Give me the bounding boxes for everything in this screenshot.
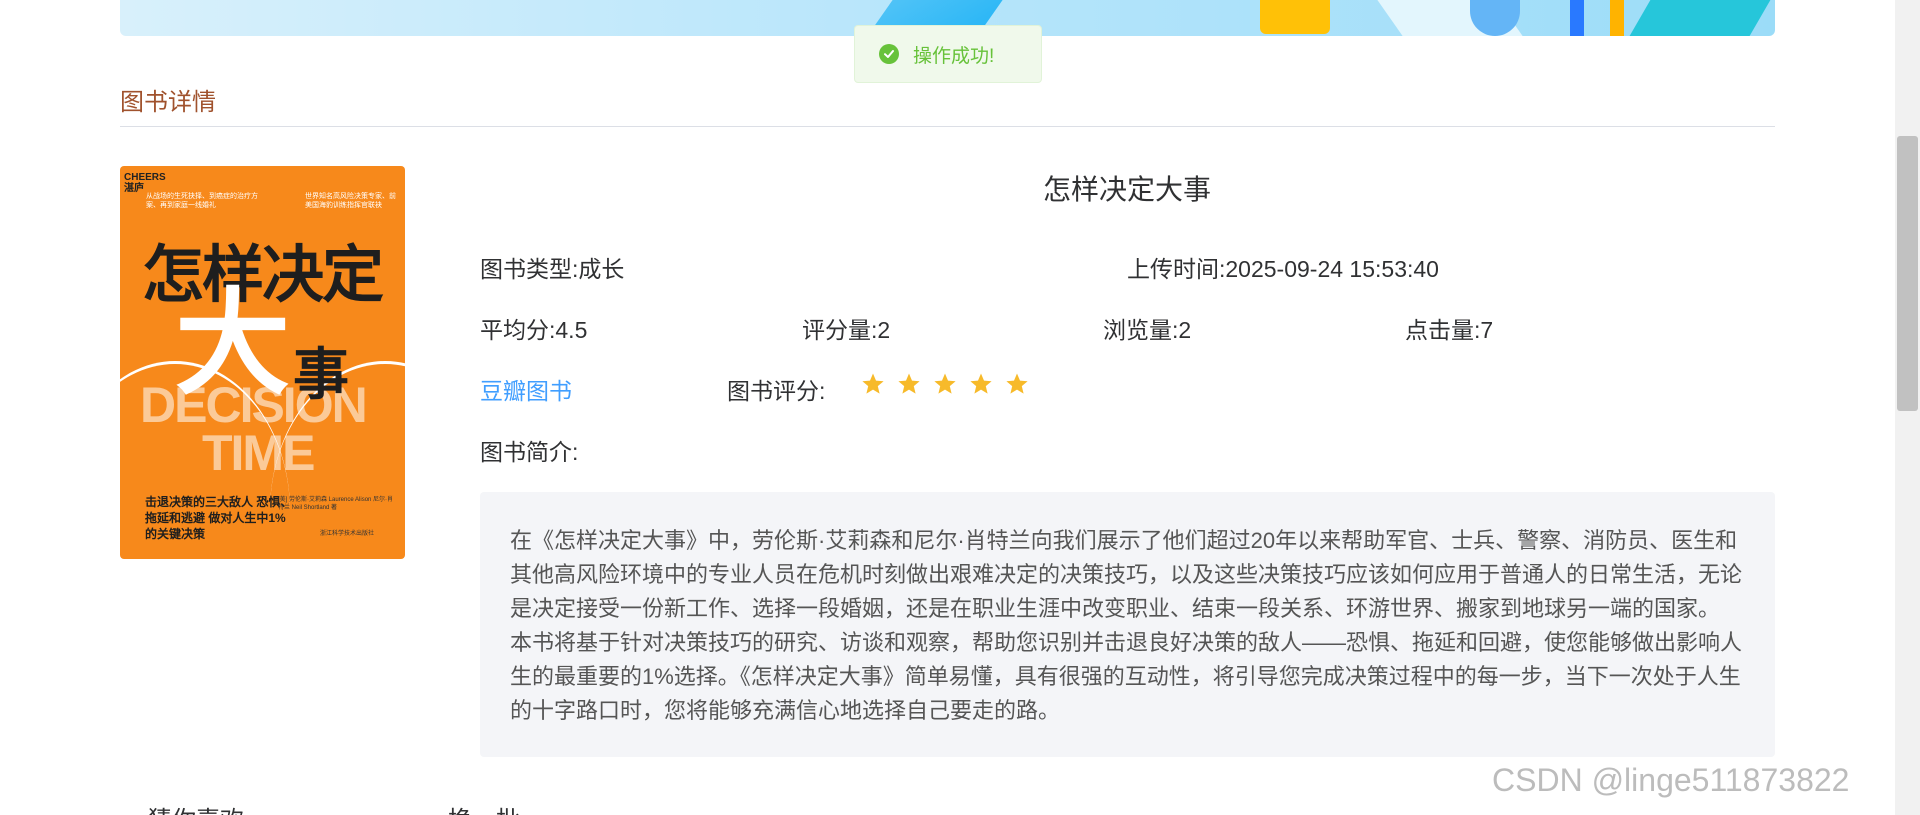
cover-tagline-left: 从战场的生死抉择、到癌症的治疗方案、再到家庭一线婚礼 <box>146 193 258 209</box>
book-type: 图书类型:成长 <box>480 250 624 284</box>
douban-book-link[interactable]: 豆瓣图书 <box>480 372 572 406</box>
view-count-value: 2 <box>1178 317 1192 343</box>
click-count: 点击量:7 <box>1405 311 1493 345</box>
cover-subtitle: 击退决策的三大敌人 恐惧、拖延和逃避 做对人生中1%的关键决策 <box>145 495 293 541</box>
check-circle-icon <box>879 44 899 64</box>
book-type-value: 成长 <box>578 256 625 282</box>
click-count-label: 点击量: <box>1405 317 1481 343</box>
view-count-label: 浏览量: <box>1103 317 1179 343</box>
book-description: 在《怎样决定大事》中，劳伦斯·艾莉森和尼尔·肖特兰向我们展示了他们超过20年以来… <box>510 528 1743 723</box>
star-icon[interactable] <box>933 372 957 396</box>
banner-decoration <box>1570 0 1584 36</box>
refresh-recommend-button[interactable]: 换一批 <box>448 800 520 815</box>
cover-brand: CHEERS 湛庐 <box>124 172 166 194</box>
cover-authors: [美] 劳伦斯·艾莉森 Laurence Alison 尼尔·肖特兰 Neil … <box>278 497 394 511</box>
toast-message: 操作成功! <box>913 45 995 67</box>
average-score-value: 4.5 <box>555 317 588 343</box>
rating-label: 图书评分: <box>727 378 826 404</box>
cover-title-small: 事 <box>293 343 349 406</box>
recommend-title: 猜你喜欢: <box>148 800 251 815</box>
rating-count-label: 评分量: <box>802 317 878 343</box>
success-toast: 操作成功! <box>854 25 1042 83</box>
watermark: CSDN @linge511873822 <box>1492 762 1850 798</box>
upload-time-value: 2025-09-24 15:53:40 <box>1225 256 1439 282</box>
cover-brand-en: CHEERS <box>124 172 166 183</box>
section-divider <box>120 126 1775 127</box>
rating-stars[interactable] <box>861 372 1029 396</box>
intro-label: 图书简介: <box>480 439 579 465</box>
average-score-label: 平均分: <box>480 317 556 343</box>
banner-decoration <box>1629 0 1771 36</box>
cover-publisher: 浙江科学技术出版社 <box>320 531 375 537</box>
star-icon[interactable] <box>1005 372 1029 396</box>
vertical-scrollbar[interactable] <box>1895 0 1920 815</box>
rating-count: 评分量:2 <box>802 311 890 345</box>
banner-decoration <box>1610 0 1624 36</box>
book-title: 怎样决定大事 <box>1043 174 1212 205</box>
star-icon[interactable] <box>897 372 921 396</box>
average-score: 平均分:4.5 <box>480 311 587 345</box>
cover-tagline-right: 世界知名高风险决策专家、前美国海豹训练指挥官联袂 <box>305 193 396 209</box>
upload-time: 上传时间:2025-09-24 15:53:40 <box>1127 250 1439 284</box>
click-count-value: 7 <box>1480 317 1494 343</box>
star-icon[interactable] <box>861 372 885 396</box>
cover-english-title-2: TIME <box>202 425 315 481</box>
upload-time-label: 上传时间: <box>1127 256 1226 282</box>
star-icon[interactable] <box>969 372 993 396</box>
banner-decoration <box>1260 0 1330 34</box>
section-title: 图书详情 <box>120 89 216 116</box>
scrollbar-thumb[interactable] <box>1897 136 1918 411</box>
view-count: 浏览量:2 <box>1103 311 1191 345</box>
description-box: 在《怎样决定大事》中，劳伦斯·艾莉森和尼尔·肖特兰向我们展示了他们超过20年以来… <box>480 492 1775 757</box>
rating-count-value: 2 <box>877 317 891 343</box>
book-type-label: 图书类型: <box>480 256 579 282</box>
book-cover-image: CHEERS 湛庐 从战场的生死抉择、到癌症的治疗方案、再到家庭一线婚礼 世界知… <box>120 166 405 559</box>
cover-title-big: 大 <box>175 280 291 408</box>
